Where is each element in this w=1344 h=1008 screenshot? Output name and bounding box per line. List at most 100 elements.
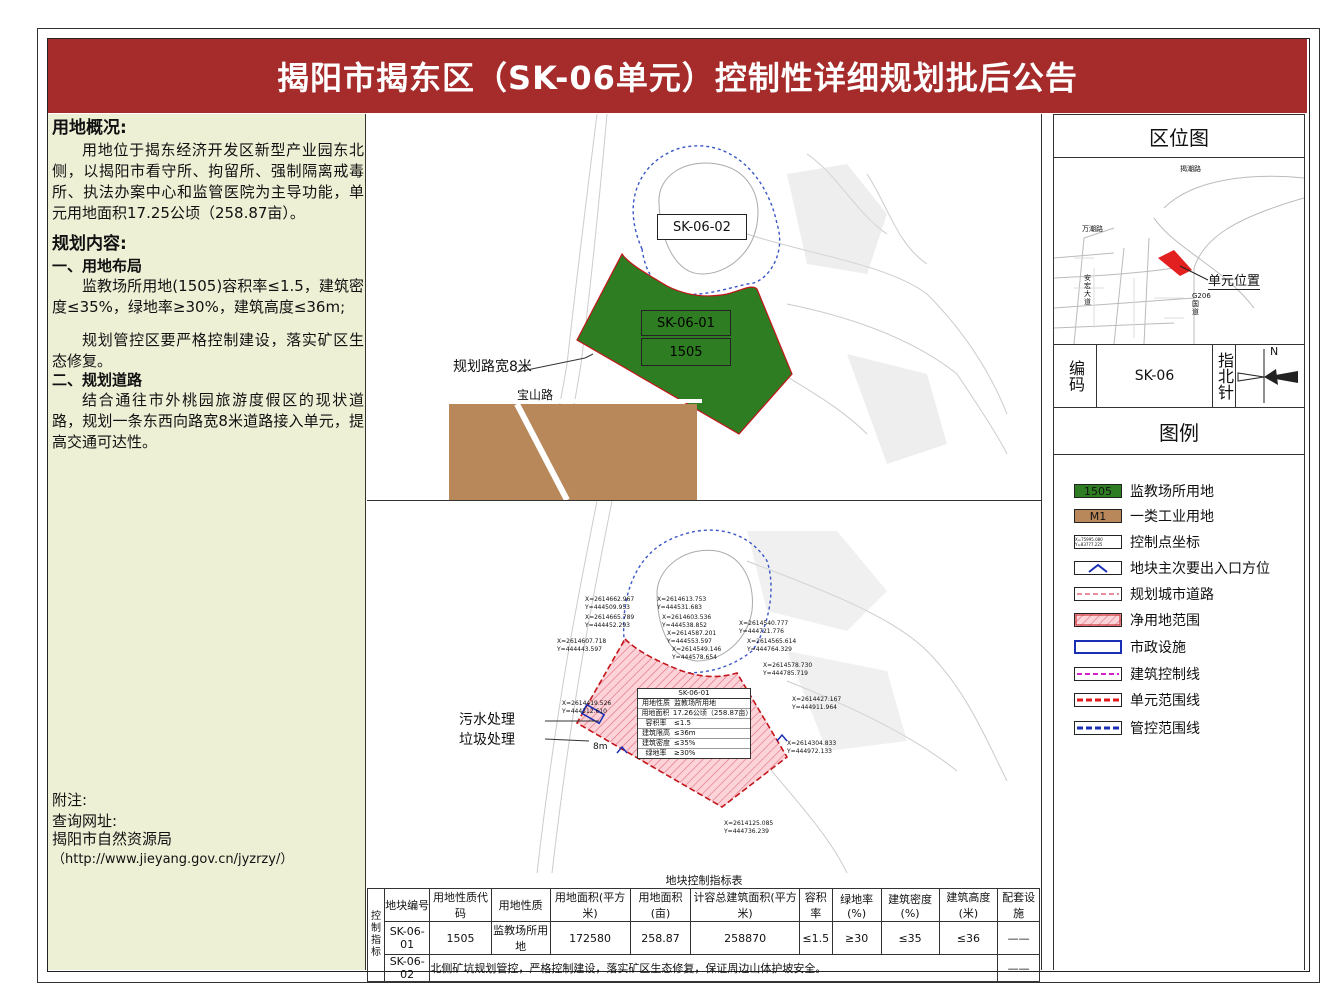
label-land-code: 1505 [641,338,731,366]
control-boundary-icon [1074,721,1122,735]
section2-heading: 二、规划道路 [52,371,143,389]
legend-label: 规划城市道路 [1130,587,1214,603]
block-mini-row: 绿地率 ≥30% [638,749,750,758]
table-header-cell: 用地性质 [490,888,551,922]
block-mini-value: ≥30% [674,749,696,757]
table-cell: —— [997,954,1040,982]
block-mini-table: SK-06-01 用地性质 监教场所用地 用地面积 17.26公顷（258.87亩）… [637,688,752,759]
page-title: 揭阳市揭东区（SK-06单元）控制性详细规划批后公告 [48,39,1307,113]
legend-swatch-brown: M1 [1074,509,1122,523]
road-label-g206: G206国道 [1192,292,1211,316]
unit-location-label: 单元位置 [1208,270,1261,290]
block-control-map [367,501,1041,873]
legend-item: 建筑控制线 [1074,665,1200,683]
note-url: （http://www.jieyang.gov.cn/jyzrzy/） [52,852,294,867]
table-header-cell: 建筑密度(%) [880,888,940,922]
coord-label: X=2614565.614 Y=444764.329 [747,638,797,653]
coord-label: X=2614549.146 Y=444578.654 [672,646,722,661]
road-label-jiechao: 揭潮路 [1180,165,1201,173]
control-indicator-table: 控制指标 地块编号 用地性质代码 用地性质 用地面积(平方米) 用地面积(亩) … [367,888,1040,982]
table-header-cell: 用地面积(亩) [629,888,692,922]
net-land-icon [1074,613,1122,627]
block-mini-row: 容积率 ≤1.5 [638,719,750,729]
road-8m-label: 8m [593,742,608,752]
planned-road-icon [1074,587,1122,601]
code-north-box: 编码 SK-06 指北针 N [1053,344,1305,408]
note-heading: 附注: [52,791,88,809]
table-header-cell: 绿地率(%) [831,888,882,922]
legend-item: 地块主次要出入口方位 [1074,559,1270,577]
north-arrow: N [1236,345,1304,407]
coord-label: X=2614662.967 Y=444509.953 [585,596,635,611]
table-cell: ≤1.5 [798,921,833,955]
block-mini-key: 建筑限高 [642,729,670,737]
right-panel: 区位图 单元位置 揭潮路 万潮路 安宏大道 G206国道 编码 SK-06 指北… [1042,114,1308,970]
coord-label: X=2614304.833 Y=444972.133 [787,740,837,755]
coord-label: X=2614125.085 Y=444736.239 [724,820,774,835]
code-label: 编码 [1054,345,1097,407]
entrance-icon [1074,561,1122,575]
block-mini-row: 建筑限高 ≤36m [638,729,750,739]
block-mini-value: ≤1.5 [674,719,691,727]
label-sk-06-01: SK-06-01 [641,310,731,336]
land-use-map [367,114,1041,500]
table-cell: ≤35 [880,921,940,955]
block-mini-value: 监教场所用地 [674,699,716,707]
overview-text: 用地位于揭东经济开发区新型产业园东北侧，以揭阳市看守所、拘留所、强制隔离戒毒所、… [52,141,364,222]
legend-item: X=75995.080 Y=83777.225 控制点坐标 [1074,533,1200,551]
block-mini-row: 建筑密度 ≤35% [638,739,750,749]
block-mini-row: 用地性质 监教场所用地 [638,699,750,709]
utility-icon [1074,640,1122,654]
table-header-cell: 用地面积(平方米) [549,888,631,922]
block-mini-value: ≤36m [674,729,696,737]
table-cell: 258870 [690,921,800,955]
plan-heading: 规划内容: [52,234,127,254]
note-agency: 揭阳市自然资源局 [52,830,173,848]
legend-label: 管控范围线 [1130,721,1200,737]
legend-label: 一类工业用地 [1130,509,1214,525]
location-map-title: 区位图 [1053,114,1305,158]
north-letter: N [1270,345,1279,358]
table-cell: —— [997,921,1040,955]
coord-label: X=2614603.536 Y=444538.852 [662,614,712,629]
block-mini-key: 建筑密度 [642,739,670,747]
legend-item: 市政设施 [1074,638,1186,656]
legend-item: 净用地范围 [1074,611,1200,629]
block-mini-key: 容积率 [645,719,667,727]
street-label-baoshan: 宝山路 [517,388,554,402]
block-mini-key: 绿地率 [645,749,667,757]
coord-label: X=2614665.789 Y=444452.293 [585,614,635,629]
overview-heading: 用地概况: [52,118,127,138]
table-header-cell: 用地性质代码 [429,888,492,922]
table-cell: ≥30 [831,921,882,955]
table-cell: 258.87 [629,921,692,955]
road-label-wanchao: 万潮路 [1082,225,1103,233]
coord-label: X=2614613.753 Y=444531.683 [657,596,707,611]
table-header-cell: 配套设施 [997,888,1040,922]
table-cell: SK-06-01 [383,921,431,955]
legend-label: 控制点坐标 [1130,535,1200,551]
legend-item: 规划城市道路 [1074,585,1214,603]
code-value: SK-06 [1097,345,1213,407]
label-sk-06-02: SK-06-02 [657,214,747,240]
table-header-cell: 建筑高度(米) [938,888,999,922]
location-map-drawing [1054,158,1304,344]
block-mini-title: SK-06-01 [638,689,750,699]
table-header-cell: 地块编号 [383,888,431,922]
unit-boundary-icon [1074,693,1122,707]
table-row: SK-06-01 1505 监教场所用地 172580 258.87 25887… [368,921,1040,955]
table-cell-note: 北侧矿坑规划管控，严格控制建设，落实矿区生态修复，保证周边山体护坡安全。 [429,954,999,982]
map-area: SK-06-02 SK-06-01 1505 规划路宽8米 宝山路 污水处理 垃… [367,114,1042,970]
north-arrow-label: 指北针 [1213,345,1236,407]
left-text-panel: 用地概况: 用地位于揭东经济开发区新型产业园东北侧，以揭阳市看守所、拘留所、强制… [48,114,366,970]
legend-label: 监教场所用地 [1130,484,1214,500]
coord-label: X=2614587.201 Y=444553.597 [667,630,717,645]
sewage-label: 污水处理 [459,712,515,728]
location-map: 单元位置 揭潮路 万潮路 安宏大道 G206国道 [1053,157,1305,345]
block-mini-key: 用地面积 [641,709,670,717]
legend-label: 单元范围线 [1130,693,1200,709]
legend-label: 地块主次要出入口方位 [1130,561,1270,577]
block-mini-key: 用地性质 [642,699,670,707]
section1-heading: 一、用地布局 [52,257,143,275]
section1-text-1: 监教场所用地(1505)容积率≤1.5，建筑密度≤35%，绿地率≥30%，建筑高… [52,277,364,316]
